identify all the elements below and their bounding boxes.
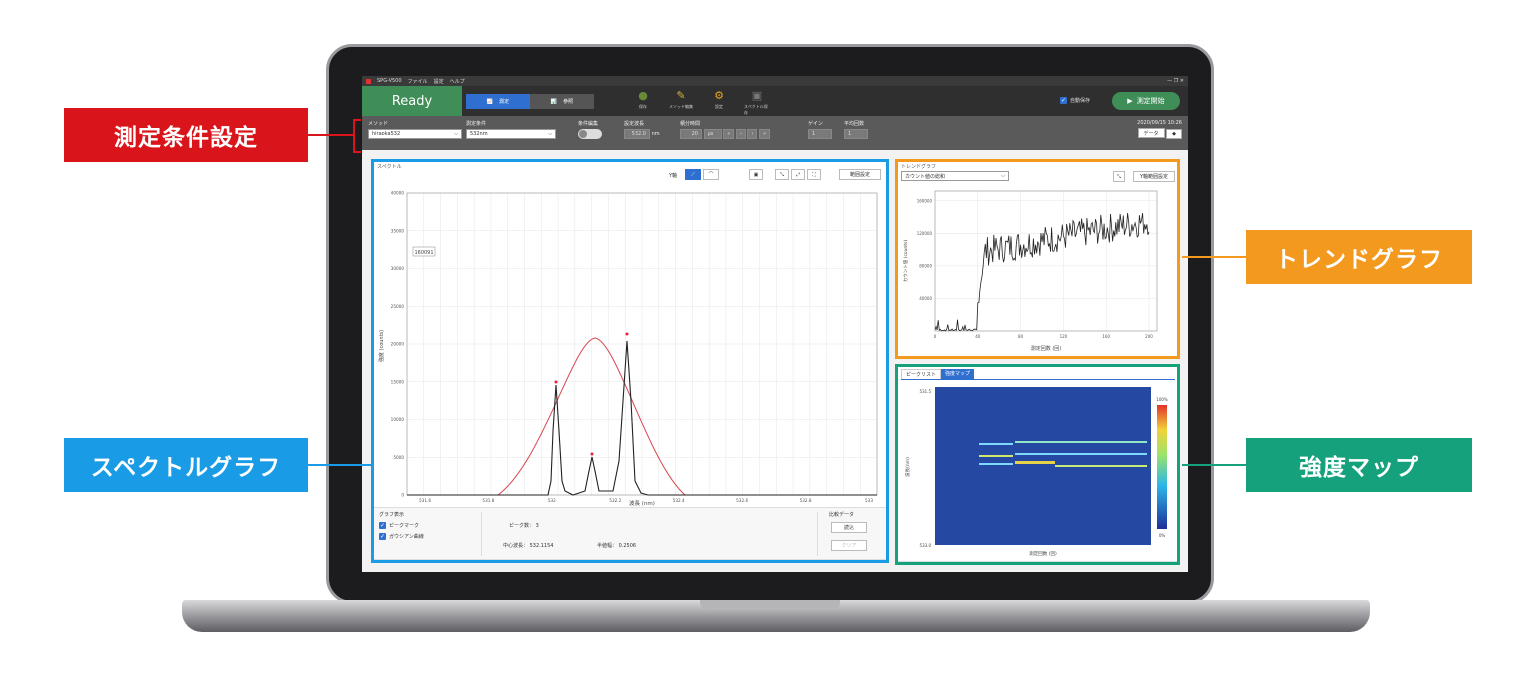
method-edit-button[interactable]: ✎ メソッド編集	[668, 88, 694, 116]
window-controls[interactable]: — ❐ ✕	[1167, 78, 1184, 84]
wavelength-unit: nm	[651, 131, 660, 137]
menu-file[interactable]: ファイル	[408, 78, 428, 85]
chevron-down-icon: ⌵	[454, 131, 458, 137]
settings-button[interactable]: ⚙ 設定	[706, 88, 732, 116]
method-group: メソッド hiraoka532 ⌵	[368, 120, 462, 139]
data-settings-button[interactable]: ◆	[1166, 128, 1182, 139]
window-title: SPG-V500	[377, 78, 402, 84]
edit-group: 条件編集	[578, 120, 602, 141]
product-illustration: SPG-V500 ファイル 設定 ヘルプ — ❐ ✕ Ready 📈 測定 📊 …	[0, 0, 1536, 676]
callout-trend: トレンドグラフ	[1246, 230, 1472, 284]
method-label: メソッド	[368, 121, 389, 127]
leader-conditions	[308, 134, 354, 136]
start-measure-button[interactable]: ▶ 測定開始	[1112, 92, 1180, 110]
status-ready: Ready	[362, 86, 462, 116]
autosave-label: 自動保存	[1070, 98, 1091, 104]
average-select[interactable]: 1	[844, 129, 868, 139]
condition-select[interactable]: 532nm ⌵	[466, 129, 556, 139]
wavelength-input[interactable]: 532.0	[624, 129, 650, 139]
condition-group: 測定条件 532nm ⌵	[466, 120, 556, 139]
mode-reference-label: 参照	[563, 99, 574, 105]
method-edit-label: メソッド編集	[669, 104, 693, 109]
mode-measure-button[interactable]: 📈 測定	[466, 94, 530, 109]
gain-select[interactable]: 1	[808, 129, 832, 139]
callout-conditions-text: 測定条件設定	[114, 125, 258, 151]
method-select[interactable]: hiraoka532 ⌵	[368, 129, 462, 139]
mode-measure-label: 測定	[499, 99, 510, 105]
condition-bar: メソッド hiraoka532 ⌵ 測定条件 532nm ⌵ 条件編集 設定波長 5…	[362, 116, 1188, 150]
step-last-button[interactable]: »	[759, 129, 771, 139]
step-prev-button[interactable]: ‹	[735, 129, 746, 139]
trend-highlight-frame	[895, 159, 1180, 359]
datetime-label: 2020/09/15 10:26	[1137, 120, 1182, 126]
menu-settings[interactable]: 設定	[434, 78, 444, 85]
gear-icon: ⚙	[714, 89, 724, 102]
spectrum-save-button[interactable]: ▣ スペクトル保存	[744, 88, 770, 116]
laptop-notch	[700, 600, 840, 610]
gain-group: ゲイン 1	[808, 120, 832, 139]
callout-map: 強度マップ	[1246, 438, 1472, 492]
average-group: 平均回数 1	[844, 120, 868, 139]
tool-group: ● 保存 ✎ メソッド編集 ⚙ 設定 ▣ スペクトル保存	[630, 88, 770, 116]
leader-map	[1182, 464, 1246, 466]
app-icon	[366, 78, 371, 84]
step-next-button[interactable]: ›	[747, 129, 758, 139]
menu-help[interactable]: ヘルプ	[450, 78, 465, 85]
wavelength-group: 設定波長 532.0 nm	[624, 120, 660, 139]
step-first-button[interactable]: «	[723, 129, 735, 139]
callout-spectrum: スペクトルグラフ	[64, 438, 308, 492]
condition-value: 532nm	[470, 131, 488, 137]
play-icon: ▶	[1127, 98, 1133, 105]
start-measure-label: 測定開始	[1136, 98, 1165, 105]
integration-group: 積分時間 20 μs « ‹ › »	[680, 120, 771, 139]
mode-reference-button[interactable]: 📊 参照	[530, 94, 594, 109]
spectrum-save-label: スペクトル保存	[744, 104, 768, 115]
method-value: hiraoka532	[372, 131, 401, 137]
reference-icon: 📊	[550, 98, 558, 105]
edit-label: 条件編集	[578, 121, 599, 127]
callout-trend-text: トレンドグラフ	[1275, 247, 1443, 273]
app-window: SPG-V500 ファイル 設定 ヘルプ — ❐ ✕ Ready 📈 測定 📊 …	[362, 76, 1188, 572]
callout-conditions: 測定条件設定	[64, 108, 308, 162]
edit-toggle[interactable]	[578, 129, 602, 139]
wavelength-label: 設定波長	[624, 121, 645, 127]
settings-label: 設定	[715, 104, 723, 109]
integration-unit-select[interactable]: μs	[703, 129, 722, 139]
save-label: 保存	[639, 104, 647, 109]
save-circle-icon: ●	[638, 89, 648, 102]
title-bar: SPG-V500 ファイル 設定 ヘルプ — ❐ ✕	[362, 76, 1188, 86]
conditions-bracket	[353, 119, 361, 153]
condition-label: 測定条件	[466, 121, 487, 127]
main-toolbar: Ready 📈 測定 📊 参照 ● 保存 ✎ メソッド編集 ⚙ 設定 ▣ スペクトル保存…	[362, 86, 1188, 116]
data-button[interactable]: データ	[1137, 128, 1165, 138]
save-button[interactable]: ● 保存	[630, 88, 656, 116]
integration-label: 積分時間	[680, 121, 701, 127]
floppy-icon: ▣	[751, 89, 763, 102]
callout-map-text: 強度マップ	[1299, 455, 1419, 481]
autosave-checkbox[interactable]: ✓ 自動保存	[1060, 97, 1090, 104]
average-label: 平均回数	[844, 121, 865, 127]
leader-trend	[1182, 256, 1246, 258]
gain-label: ゲイン	[808, 121, 823, 127]
leader-spectrum	[308, 464, 372, 466]
chevron-down-icon: ⌵	[548, 131, 552, 137]
edit-icon: ✎	[676, 89, 686, 102]
callout-spectrum-text: スペクトルグラフ	[90, 455, 282, 481]
check-icon: ✓	[1060, 97, 1067, 104]
integration-input[interactable]: 20	[680, 129, 702, 139]
spectrum-highlight-frame	[371, 159, 889, 563]
mode-switch: 📈 測定 📊 参照	[466, 94, 594, 109]
measure-icon: 📈	[486, 98, 494, 105]
date-group: 2020/09/15 10:26 データ ◆	[1137, 120, 1182, 139]
map-highlight-frame	[895, 364, 1180, 565]
